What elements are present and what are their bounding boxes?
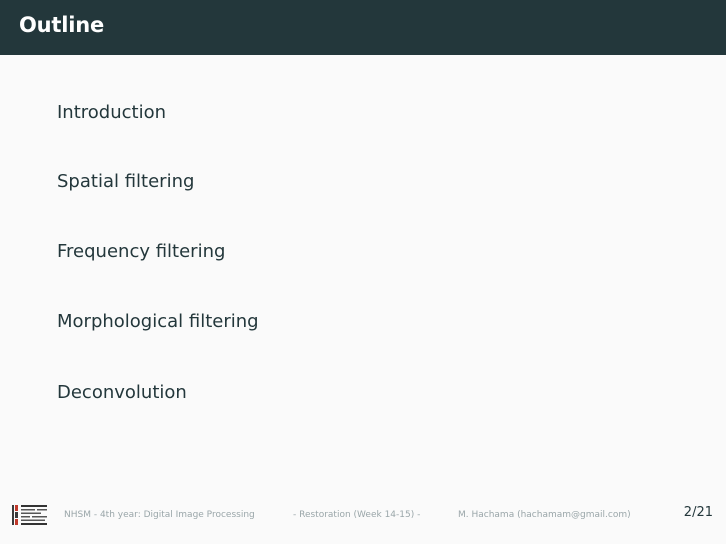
outline-item-morphological-filtering: Morphological filtering bbox=[57, 311, 259, 332]
footer-section: - Restoration (Week 14-15) - bbox=[293, 510, 421, 520]
institution-logo-icon bbox=[12, 505, 47, 525]
outline-item-frequency-filtering: Frequency filtering bbox=[57, 241, 226, 262]
page-number: 2/21 bbox=[683, 505, 713, 520]
outline-item-deconvolution: Deconvolution bbox=[57, 382, 187, 403]
footer-author: M. Hachama (hachamam@gmail.com) bbox=[458, 510, 631, 520]
outline-item-spatial-filtering: Spatial filtering bbox=[57, 171, 195, 192]
slide-title: Outline bbox=[19, 13, 105, 37]
slide: Outline Introduction Spatial filtering F… bbox=[0, 0, 726, 544]
title-bar: Outline bbox=[0, 0, 726, 55]
outline-item-introduction: Introduction bbox=[57, 102, 167, 123]
slide-footer: NHSM - 4th year: Digital Image Processin… bbox=[0, 498, 726, 534]
footer-course: NHSM - 4th year: Digital Image Processin… bbox=[64, 510, 255, 520]
